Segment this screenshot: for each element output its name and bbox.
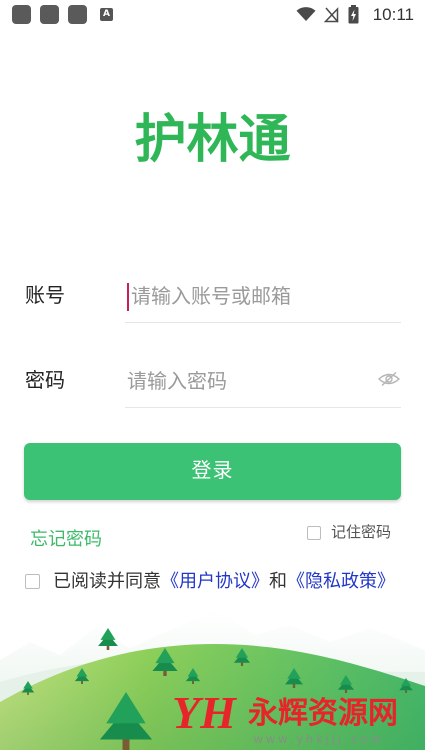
- password-underline: [125, 407, 401, 408]
- password-label: 密码: [25, 370, 65, 392]
- notification-icon: [68, 5, 87, 24]
- watermark-url: www.yhkjjj.com: [254, 732, 385, 746]
- watermark-logo: YH: [172, 687, 236, 738]
- agreement-text: 已阅读并同意《用户协议》和《隐私政策》: [53, 570, 395, 592]
- remember-password-checkbox[interactable]: [307, 526, 321, 540]
- battery-charging-icon: [348, 5, 359, 24]
- account-label: 账号: [25, 285, 65, 307]
- login-screen: A 10:11 护林通 账号 密码 登录: [0, 0, 425, 750]
- forgot-password-link[interactable]: 忘记密码: [30, 528, 102, 550]
- watermark-site-name: 永辉资源网: [248, 697, 398, 730]
- remember-password-label[interactable]: 记住密码: [331, 524, 391, 542]
- no-signal-icon: [324, 7, 339, 23]
- user-agreement-link[interactable]: 《用户协议》: [161, 571, 269, 591]
- notification-icon: [12, 5, 31, 24]
- agreement-checkbox[interactable]: [25, 574, 40, 589]
- text-cursor: [127, 283, 129, 311]
- agreement-prefix: 已阅读并同意: [53, 571, 161, 591]
- app-title: 护林通: [134, 111, 291, 169]
- a-icon: A: [100, 8, 113, 21]
- password-input[interactable]: [127, 367, 372, 397]
- eye-off-icon[interactable]: [378, 371, 400, 387]
- account-input[interactable]: [131, 282, 399, 312]
- login-button[interactable]: 登录: [24, 443, 401, 500]
- privacy-policy-link[interactable]: 《隐私政策》: [287, 571, 395, 591]
- notification-icon: [40, 5, 59, 24]
- clock: 10:11: [372, 5, 414, 24]
- status-bar: A 10:11: [0, 0, 425, 30]
- agreement-conjunction: 和: [269, 571, 287, 591]
- wifi-icon: [296, 7, 316, 21]
- account-underline: [125, 322, 401, 323]
